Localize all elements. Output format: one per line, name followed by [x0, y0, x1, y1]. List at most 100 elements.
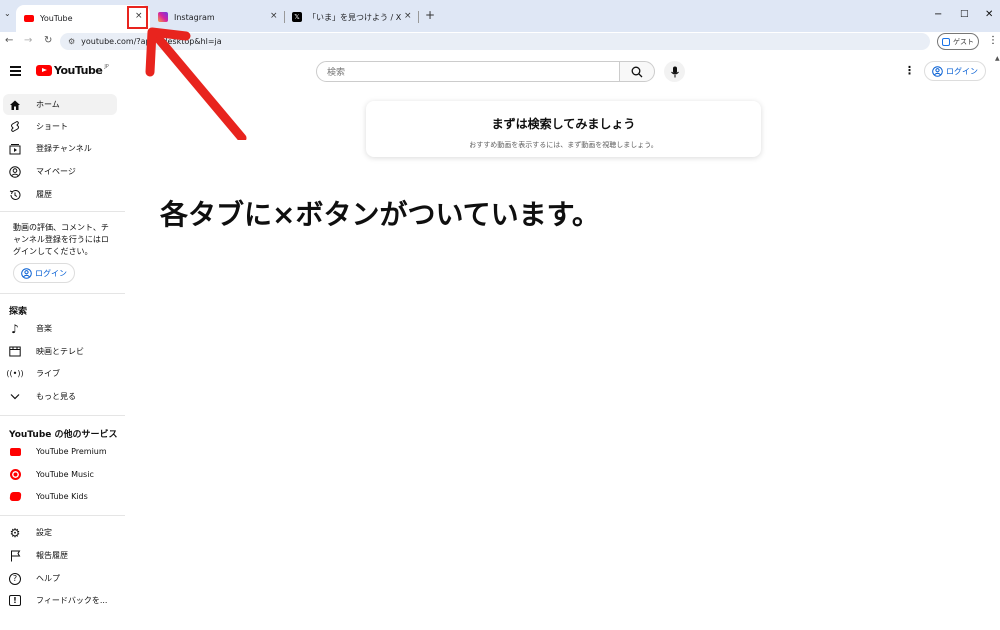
signin-button[interactable]: ログイン [924, 61, 986, 81]
sidebar-item-label: もっと見る [36, 392, 76, 401]
search-prompt-card: まずは検索してみましょう おすすめ動画を表示するには、まず動画を視聴しましょう。 [366, 101, 761, 157]
sidebar-item-label: マイページ [36, 167, 76, 176]
sidebar-item-label: ホーム [36, 100, 60, 109]
sidebar-item-more[interactable]: もっと見る [3, 386, 117, 407]
sidebar-item-report-history[interactable]: 報告履歴 [3, 545, 117, 566]
signin-label: ログイン [946, 66, 978, 76]
sidebar-item-label: ショート [36, 122, 68, 131]
annotation-arrow [145, 27, 247, 140]
minimize-button[interactable]: − [934, 9, 942, 20]
music-icon: ♪ [11, 321, 19, 336]
sidebar-item-feedback[interactable]: ! フィードバックを... [3, 590, 117, 611]
guest-label: ゲスト [953, 37, 974, 46]
tab-x-title: 「いま」を見つけよう / X [308, 12, 402, 22]
sidebar-item-label: 映画とテレビ [36, 347, 84, 356]
guest-profile-icon [942, 37, 950, 46]
annotation-text: 各タブに×ボタンがついています。 [160, 198, 600, 231]
sidebar-divider [0, 415, 125, 416]
sidebar-item-label: YouTube Music [36, 470, 94, 479]
hamburger-menu-icon[interactable] [10, 66, 21, 76]
sidebar-item-help[interactable]: ? ヘルプ [3, 568, 117, 589]
tab-list-chevron-icon[interactable]: ⌄ [4, 9, 11, 18]
sidebar-item-kids[interactable]: YouTube Kids [3, 486, 117, 507]
account-circle-icon [21, 267, 32, 279]
voice-search-button[interactable] [664, 61, 685, 82]
logo-text: YouTube [54, 64, 103, 77]
reload-icon[interactable]: ↻ [44, 35, 52, 46]
close-window-button[interactable]: ✕ [985, 9, 993, 20]
sidebar-item-label: フィードバックを... [36, 596, 108, 605]
sidebar-item-shorts[interactable]: ショート [3, 116, 117, 137]
sidebar-item-label: 履歴 [36, 190, 52, 199]
youtube-music-icon [8, 468, 22, 482]
account-icon [8, 165, 22, 179]
sidebar-divider [0, 293, 125, 294]
sidebar-item-history[interactable]: 履歴 [3, 184, 117, 205]
flag-icon [8, 549, 22, 563]
sidebar-item-label: 報告履歴 [36, 551, 68, 560]
subscriptions-icon [8, 142, 22, 156]
movies-icon [8, 345, 22, 359]
youtube-logo[interactable]: YouTube JP [36, 64, 109, 77]
settings-more-icon[interactable]: ⋮ [904, 64, 915, 77]
youtube-favicon-icon [24, 15, 34, 22]
sidebar-divider [0, 515, 125, 516]
tab-x-close-button[interactable]: × [404, 11, 412, 21]
sidebar-item-subscriptions[interactable]: 登録チャンネル [3, 138, 117, 159]
tab-instagram-close-button[interactable]: × [270, 11, 278, 21]
sidebar-item-movies[interactable]: 映画とテレビ [3, 341, 117, 362]
sidebar-divider [0, 211, 125, 212]
feedback-icon: ! [8, 594, 22, 608]
x-favicon-icon: 𝕏 [292, 12, 302, 22]
sidebar-item-label: YouTube Kids [36, 492, 88, 501]
sidebar-item-music-app[interactable]: YouTube Music [3, 464, 117, 485]
sidebar-item-label: ライブ [36, 369, 60, 378]
tab-x[interactable]: 𝕏 「いま」を見つけよう / X [284, 6, 416, 28]
scroll-up-arrow-icon[interactable]: ▲ [995, 55, 1000, 62]
sidebar-item-label: 登録チャンネル [36, 144, 92, 153]
tab-youtube-title: YouTube [40, 14, 73, 23]
signin-prompt: 動画の評価、コメント、チャンネル登録を行うにはログインしてください。 [13, 223, 109, 256]
search-prompt-title: まずは検索してみましょう [491, 117, 636, 131]
microphone-icon [670, 66, 679, 77]
sidebar-item-label: YouTube Premium [36, 447, 107, 456]
search-prompt-subtitle: おすすめ動画を表示するには、まず動画を視聴しましょう。 [469, 141, 658, 149]
sidebar-item-mypage[interactable]: マイページ [3, 161, 117, 182]
youtube-kids-icon [8, 490, 22, 504]
search-button[interactable] [619, 61, 655, 82]
guest-profile-button[interactable]: ゲスト [937, 33, 979, 50]
search-input[interactable]: 検索 [316, 61, 620, 82]
site-info-icon[interactable]: ⚙ [68, 37, 75, 46]
sidebar-item-settings[interactable]: ⚙ 設定 [3, 522, 117, 543]
tab-separator [418, 11, 419, 23]
back-arrow-icon[interactable]: ← [5, 35, 13, 46]
home-icon [8, 98, 22, 112]
shorts-icon [8, 120, 22, 134]
sidebar-item-label: 音楽 [36, 324, 52, 333]
sidebar-item-home[interactable]: ホーム [3, 94, 117, 115]
youtube-play-icon [36, 65, 52, 76]
help-icon: ? [8, 572, 22, 586]
forward-arrow-icon[interactable]: → [24, 35, 32, 46]
sidebar-item-premium[interactable]: YouTube Premium [3, 441, 117, 462]
youtube-premium-icon [8, 445, 22, 459]
search-placeholder: 検索 [327, 68, 346, 78]
sidebar-item-live[interactable]: ((•)) ライブ [3, 363, 117, 384]
services-heading: YouTube の他のサービス [9, 430, 118, 440]
account-circle-icon [932, 65, 943, 77]
live-icon: ((•)) [6, 369, 24, 378]
sidebar-signin-button[interactable]: ログイン [13, 263, 75, 283]
sidebar-item-music[interactable]: ♪ 音楽 [3, 318, 117, 339]
settings-icon: ⚙ [9, 525, 21, 540]
browser-menu-icon[interactable]: ⋮ [988, 35, 998, 46]
explore-heading: 探索 [9, 307, 28, 317]
search-icon [631, 66, 643, 77]
logo-region: JP [104, 63, 109, 70]
sidebar-item-label: 設定 [36, 528, 52, 537]
signin-label: ログイン [35, 268, 67, 278]
sidebar-item-label: ヘルプ [36, 574, 60, 583]
new-tab-button[interactable]: + [425, 8, 435, 22]
maximize-button[interactable]: □ [960, 9, 969, 19]
chevron-down-icon [8, 390, 22, 404]
history-icon [8, 188, 22, 202]
